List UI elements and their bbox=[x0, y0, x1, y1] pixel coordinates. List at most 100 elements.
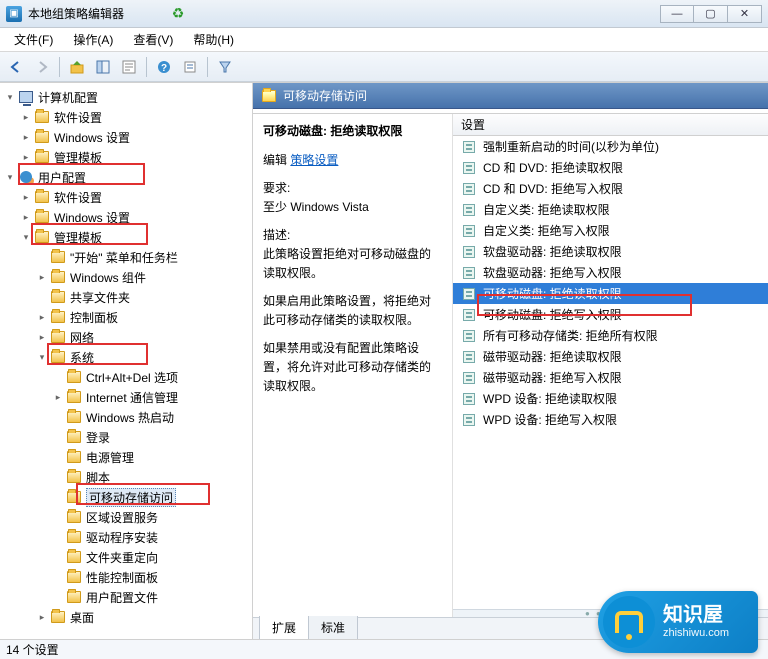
maximize-button[interactable]: ▢ bbox=[694, 5, 728, 23]
expand-icon[interactable]: ▸ bbox=[20, 131, 32, 143]
setting-item[interactable]: 可移动磁盘: 拒绝写入权限 bbox=[453, 304, 768, 325]
forward-button[interactable] bbox=[30, 56, 54, 78]
expand-icon[interactable]: ▸ bbox=[36, 331, 48, 343]
menubar: 文件(F) 操作(A) 查看(V) 帮助(H) bbox=[0, 28, 768, 52]
menu-file[interactable]: 文件(F) bbox=[4, 29, 63, 50]
tab-standard[interactable]: 标准 bbox=[308, 616, 358, 639]
setting-item[interactable]: CD 和 DVD: 拒绝读取权限 bbox=[453, 157, 768, 178]
tree-node-user-windows[interactable]: ▸Windows 设置 bbox=[20, 207, 252, 227]
window-controls: — ▢ ✕ bbox=[660, 5, 762, 23]
column-header-setting[interactable]: 设置 bbox=[453, 114, 768, 136]
tree-node-network[interactable]: ▸网络 bbox=[36, 327, 252, 347]
menu-view[interactable]: 查看(V) bbox=[123, 29, 183, 50]
tree-node-computer-config[interactable]: ▾ 计算机配置 bbox=[4, 87, 252, 107]
tree-node-scripts[interactable]: 脚本 bbox=[52, 467, 252, 487]
collapse-icon[interactable]: ▾ bbox=[4, 171, 16, 183]
export-button[interactable] bbox=[178, 56, 202, 78]
tree-node-user-admin[interactable]: ▾管理模板 bbox=[20, 227, 252, 247]
details-pane: 可移动存储访问 可移动磁盘: 拒绝读取权限 编辑 策略设置 要求: 至少 Win… bbox=[253, 83, 768, 639]
tree-pane[interactable]: ▾ 计算机配置 ▸软件设置 ▸Windows 设置 ▸管理模板 ▾ 用户配置 ▸ bbox=[0, 83, 253, 639]
folder-icon bbox=[50, 349, 66, 365]
show-hide-tree-button[interactable] bbox=[91, 56, 115, 78]
tree-node-removable-storage[interactable]: 可移动存储访问 bbox=[52, 487, 252, 507]
recycle-icon: ♻ bbox=[170, 6, 186, 22]
properties-button[interactable] bbox=[117, 56, 141, 78]
tree-node-logon[interactable]: 登录 bbox=[52, 427, 252, 447]
setting-item[interactable]: 自定义类: 拒绝写入权限 bbox=[453, 220, 768, 241]
tree-node-desktop[interactable]: ▸桌面 bbox=[36, 607, 252, 627]
setting-label: CD 和 DVD: 拒绝读取权限 bbox=[483, 159, 623, 176]
tree-node-user-config[interactable]: ▾ 用户配置 bbox=[4, 167, 252, 187]
collapse-icon[interactable]: ▾ bbox=[4, 91, 16, 103]
setting-item[interactable]: WPD 设备: 拒绝读取权限 bbox=[453, 388, 768, 409]
window-title: 本地组策略编辑器 bbox=[28, 5, 124, 22]
collapse-icon[interactable]: ▾ bbox=[20, 231, 32, 243]
tree-node-locale[interactable]: 区域设置服务 bbox=[52, 507, 252, 527]
setting-icon bbox=[461, 349, 477, 365]
requirements-value: 至少 Windows Vista bbox=[263, 198, 442, 217]
setting-item[interactable]: WPD 设备: 拒绝写入权限 bbox=[453, 409, 768, 430]
folder-icon bbox=[50, 249, 66, 265]
folder-icon bbox=[34, 149, 50, 165]
expand-icon[interactable]: ▸ bbox=[20, 151, 32, 163]
folder-icon bbox=[50, 289, 66, 305]
setting-item[interactable]: 所有可移动存储类: 拒绝所有权限 bbox=[453, 325, 768, 346]
expand-icon[interactable]: ▸ bbox=[20, 191, 32, 203]
tree-node-folder-redirect[interactable]: 文件夹重定向 bbox=[52, 547, 252, 567]
tree-node-comp-admin[interactable]: ▸管理模板 bbox=[20, 147, 252, 167]
close-button[interactable]: ✕ bbox=[728, 5, 762, 23]
tree-node-driver-install[interactable]: 驱动程序安装 bbox=[52, 527, 252, 547]
tree-node-comp-software[interactable]: ▸软件设置 bbox=[20, 107, 252, 127]
edit-policy-link[interactable]: 策略设置 bbox=[290, 153, 338, 167]
back-button[interactable] bbox=[4, 56, 28, 78]
tree-node-shared-folders[interactable]: 共享文件夹 bbox=[36, 287, 252, 307]
expand-icon[interactable]: ▸ bbox=[52, 391, 64, 403]
tree-node-cad[interactable]: Ctrl+Alt+Del 选项 bbox=[52, 367, 252, 387]
setting-label: WPD 设备: 拒绝读取权限 bbox=[483, 390, 617, 407]
filter-button[interactable] bbox=[213, 56, 237, 78]
tree-node-comp-windows[interactable]: ▸Windows 设置 bbox=[20, 127, 252, 147]
expand-icon[interactable]: ▸ bbox=[36, 311, 48, 323]
folder-icon bbox=[66, 549, 82, 565]
collapse-icon[interactable]: ▾ bbox=[36, 351, 48, 363]
setting-icon bbox=[461, 160, 477, 176]
menu-action[interactable]: 操作(A) bbox=[63, 29, 123, 50]
tree-node-user-profiles[interactable]: 用户配置文件 bbox=[52, 587, 252, 607]
expand-icon[interactable]: ▸ bbox=[36, 271, 48, 283]
setting-label: 可移动磁盘: 拒绝写入权限 bbox=[483, 306, 622, 323]
expand-icon[interactable]: ▸ bbox=[20, 111, 32, 123]
expand-icon[interactable]: ▸ bbox=[20, 211, 32, 223]
help-button[interactable]: ? bbox=[152, 56, 176, 78]
setting-item[interactable]: CD 和 DVD: 拒绝写入权限 bbox=[453, 178, 768, 199]
setting-item[interactable]: 可移动磁盘: 拒绝读取权限 bbox=[453, 283, 768, 304]
setting-label: 强制重新启动的时间(以秒为单位) bbox=[483, 138, 659, 155]
up-button[interactable] bbox=[65, 56, 89, 78]
setting-item[interactable]: 软盘驱动器: 拒绝写入权限 bbox=[453, 262, 768, 283]
tree-node-start-menu[interactable]: "开始" 菜单和任务栏 bbox=[36, 247, 252, 267]
brand-name: 知识屋 bbox=[663, 604, 729, 627]
minimize-button[interactable]: — bbox=[660, 5, 694, 23]
toolbar: ? bbox=[0, 52, 768, 82]
folder-icon bbox=[50, 329, 66, 345]
tree-node-power[interactable]: 电源管理 bbox=[52, 447, 252, 467]
setting-item[interactable]: 磁带驱动器: 拒绝写入权限 bbox=[453, 367, 768, 388]
tree-node-windows-components[interactable]: ▸Windows 组件 bbox=[36, 267, 252, 287]
setting-item[interactable]: 强制重新启动的时间(以秒为单位) bbox=[453, 136, 768, 157]
description-text: 如果启用此策略设置，将拒绝对此可移动存储类的读取权限。 bbox=[263, 292, 442, 329]
tree-node-user-software[interactable]: ▸软件设置 bbox=[20, 187, 252, 207]
expand-icon[interactable]: ▸ bbox=[36, 611, 48, 623]
menu-help[interactable]: 帮助(H) bbox=[183, 29, 244, 50]
setting-item[interactable]: 自定义类: 拒绝读取权限 bbox=[453, 199, 768, 220]
tree-node-perf-cpl[interactable]: 性能控制面板 bbox=[52, 567, 252, 587]
tree-node-system[interactable]: ▾系统 bbox=[36, 347, 252, 367]
tree-node-internet[interactable]: ▸Internet 通信管理 bbox=[52, 387, 252, 407]
folder-icon bbox=[50, 609, 66, 625]
brand-icon bbox=[603, 596, 655, 648]
tree-node-hotstart[interactable]: Windows 热启动 bbox=[52, 407, 252, 427]
setting-item[interactable]: 软盘驱动器: 拒绝读取权限 bbox=[453, 241, 768, 262]
setting-item[interactable]: 磁带驱动器: 拒绝读取权限 bbox=[453, 346, 768, 367]
tab-extended[interactable]: 扩展 bbox=[259, 616, 309, 639]
setting-icon bbox=[461, 307, 477, 323]
tree-node-control-panel[interactable]: ▸控制面板 bbox=[36, 307, 252, 327]
folder-icon bbox=[66, 369, 82, 385]
